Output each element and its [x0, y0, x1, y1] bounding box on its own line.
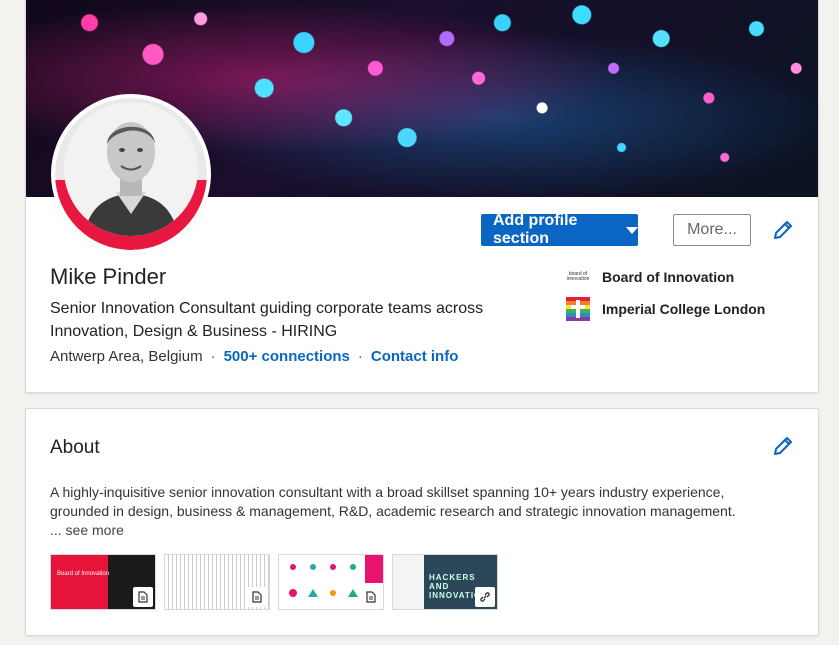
org-board-of-innovation[interactable]: board of innovation Board of Innovation: [566, 265, 734, 289]
document-icon: [133, 587, 153, 607]
media-thumbnail[interactable]: HACKERS AND INNOVATION: [392, 554, 498, 610]
board-of-innovation-logo: board of innovation: [566, 265, 590, 289]
profile-name: Mike Pinder: [50, 264, 167, 289]
see-more-link[interactable]: ... see more: [50, 522, 124, 538]
document-icon: [247, 587, 267, 607]
more-label: More...: [687, 221, 737, 238]
media-row: Board of Innovation HACKERS AND INNOVATI…: [50, 554, 498, 610]
org-imperial-college[interactable]: Imperial College London: [566, 297, 765, 321]
org-name: Board of Innovation: [602, 269, 735, 285]
profile-location: Antwerp Area, Belgium: [50, 348, 203, 365]
avatar[interactable]: [51, 94, 211, 254]
separator-dot: ·: [357, 348, 363, 365]
add-profile-section-button[interactable]: Add profile section: [481, 212, 638, 247]
media-thumbnail[interactable]: [278, 554, 384, 610]
profile-headline: Senior Innovation Consultant guiding cor…: [50, 300, 484, 340]
more-button[interactable]: More...: [673, 214, 751, 246]
edit-about-pencil-icon[interactable]: [772, 435, 794, 457]
profile-meta-line: Antwerp Area, Belgium · 500+ connections…: [50, 348, 458, 365]
link-icon: [475, 587, 495, 607]
about-body: A highly-inquisitive senior innovation c…: [50, 484, 736, 519]
about-text: A highly-inquisitive senior innovation c…: [50, 483, 780, 540]
contact-info-link[interactable]: Contact info: [371, 348, 459, 365]
imperial-college-logo: [566, 297, 590, 321]
org-name: Imperial College London: [602, 301, 766, 317]
media-thumb-text: Board of Innovation: [57, 571, 110, 577]
profile-card: Add profile section More... Mike Pinder …: [25, 0, 819, 393]
caret-down-icon: [626, 226, 638, 234]
connections-link[interactable]: 500+ connections: [224, 348, 350, 365]
about-card: About A highly-inquisitive senior innova…: [25, 408, 819, 636]
profile-photo: [64, 102, 198, 236]
add-profile-section-label: Add profile section: [493, 212, 578, 247]
edit-profile-pencil-icon[interactable]: [772, 219, 794, 241]
about-title: About: [50, 437, 100, 458]
media-thumbnail[interactable]: Board of Innovation: [50, 554, 156, 610]
document-icon: [361, 587, 381, 607]
media-thumbnail[interactable]: [164, 554, 270, 610]
separator-dot: ·: [210, 348, 216, 365]
